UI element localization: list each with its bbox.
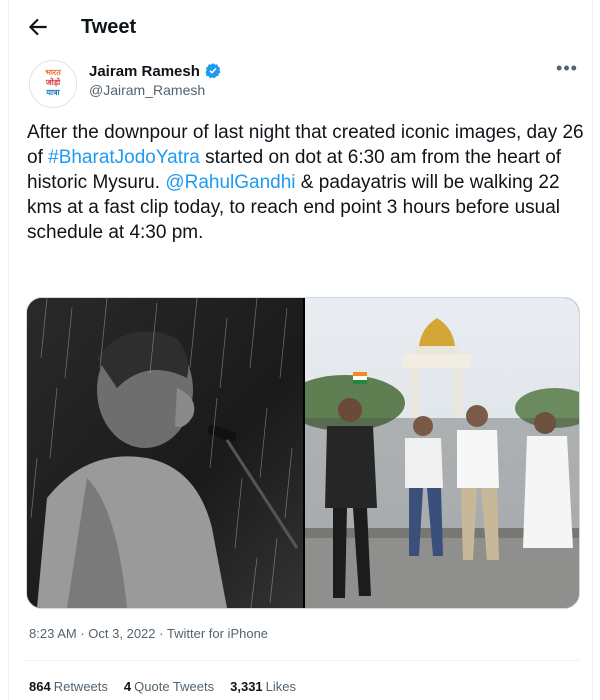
tweet-source[interactable]: Twitter for iPhone (167, 626, 268, 641)
tweet-media (26, 297, 580, 609)
likes-stat[interactable]: 3,331 Likes (230, 679, 296, 694)
meta-separator: · (159, 626, 164, 641)
retweets-label: Retweets (53, 679, 108, 694)
author-name[interactable]: Jairam Ramesh (89, 63, 200, 80)
bharat-jodo-logo-icon: भारत जोड़ो यात्रा (30, 61, 76, 107)
author-name-row[interactable]: Jairam Ramesh (89, 62, 222, 80)
divider (23, 660, 580, 661)
tweet-meta: 8:23 AM · Oct 3, 2022 · Twitter for iPho… (29, 626, 268, 641)
header: Tweet (9, 0, 592, 56)
tweet-text: After the downpour of last night that cr… (27, 120, 587, 245)
quote-tweets-stat[interactable]: 4 Quote Tweets (124, 679, 214, 694)
verified-badge-icon (205, 63, 221, 79)
tweet-stats: 864 Retweets 4 Quote Tweets 3,331 Likes (29, 679, 296, 694)
avatar-text-2: जोड़ो (45, 77, 61, 87)
hashtag-link[interactable]: #BharatJodoYatra (48, 147, 200, 168)
meta-separator: · (80, 626, 85, 641)
media-photo-right[interactable] (305, 298, 580, 608)
avatar[interactable]: भारत जोड़ो यात्रा (29, 60, 77, 108)
tweet-detail-panel: Tweet भारत जोड़ो यात्रा Jairam Ramesh @J… (8, 0, 593, 700)
tweet-date[interactable]: Oct 3, 2022 (88, 626, 155, 641)
likes-label: Likes (265, 679, 297, 694)
page-title: Tweet (81, 16, 137, 38)
author-handle[interactable]: @Jairam_Ramesh (89, 82, 205, 98)
likes-count: 3,331 (230, 679, 263, 694)
avatar-text-1: भारत (45, 68, 61, 77)
avatar-text-3: यात्रा (45, 88, 60, 97)
media-photo-left[interactable] (27, 298, 303, 608)
mention-link[interactable]: @RahulGandhi (165, 172, 295, 193)
quote-tweets-count: 4 (123, 679, 132, 694)
back-arrow-icon[interactable] (25, 14, 51, 40)
quote-tweets-label: Quote Tweets (134, 679, 215, 694)
more-options-icon[interactable]: ••• (556, 58, 578, 80)
retweets-stat[interactable]: 864 Retweets (29, 679, 108, 694)
tweet-time[interactable]: 8:23 AM (29, 626, 77, 641)
retweets-count: 864 (29, 679, 51, 694)
